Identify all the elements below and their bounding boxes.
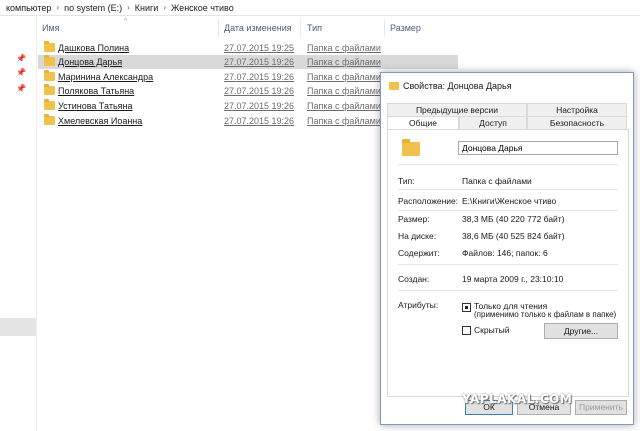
folder-icon [44,70,55,81]
hidden-checkbox[interactable] [462,326,471,335]
divider [398,210,618,211]
label-attributes: Атрибуты: [398,300,439,310]
file-name: Донцова Дарья [58,57,123,67]
label-size-on-disk: На диске: [398,231,437,241]
tab-sharing[interactable]: Доступ [459,116,527,129]
column-header-size[interactable]: Размер [390,23,421,33]
file-row-selected[interactable]: Донцова Дарья 27.07.2015 19:26 Папка с ф… [38,55,458,69]
watermark-text: YAPLAKAL.COM [462,392,573,406]
folder-name-field[interactable] [458,141,618,155]
divider [398,264,618,265]
dialog-title-bar[interactable]: Свойства: Донцова Дарья [381,73,633,99]
label-location: Расположение: [398,196,459,206]
value-location: E:\Книги\Женское чтиво [462,196,557,206]
file-name: Маринина Александра [58,72,154,82]
folder-icon [402,139,420,156]
breadcrumb-item-computer[interactable]: компьютер [6,3,51,13]
column-header-name[interactable]: Имя [42,23,60,33]
hidden-label: Скрытый [474,325,510,335]
file-type: Папка с файлами [307,101,381,111]
folder-icon [44,55,55,66]
tab-row-top: Предыдущие версии Настройка [387,103,627,116]
tab-customize[interactable]: Настройка [527,103,627,116]
label-contains: Содержит: [398,248,440,258]
folder-icon [389,82,399,90]
file-name: Полякова Татьяна [58,86,135,96]
breadcrumb-item-current[interactable]: Женское чтиво [171,3,234,13]
readonly-checkbox[interactable] [462,303,471,312]
chevron-right-icon: › [127,3,130,12]
column-divider[interactable] [300,19,301,37]
breadcrumb: компьютер › no system (E:) › Книги › Жен… [0,0,640,16]
file-type: Папка с файлами [307,57,381,67]
value-size-on-disk: 38,6 МБ (40 525 824 байт) [462,231,565,241]
dialog-title: Свойства: Донцова Дарья [403,81,512,91]
file-name: Устинова Татьяна [58,101,133,111]
readonly-note: (применимо только к файлам в папке) [474,310,617,319]
label-type: Тип: [398,176,415,186]
column-header-date[interactable]: Дата изменения [224,23,292,33]
folder-icon [44,114,55,125]
value-created: 19 марта 2009 г., 23:10:10 [462,274,564,284]
pin-icon: 📌 [16,68,26,77]
divider [398,164,618,165]
chevron-right-icon: › [163,3,166,12]
pin-icon: 📌 [16,84,26,93]
sort-up-icon: ^ [124,18,128,25]
general-tab-panel: Тип: Папка с файлами Расположение: E:\Кн… [387,129,629,397]
divider [398,290,618,291]
navigation-selected-item[interactable] [0,318,36,336]
value-size: 38,3 МБ (40 220 772 байт) [462,214,565,224]
column-divider[interactable] [384,19,385,37]
apply-button[interactable]: Применить [575,400,627,415]
file-date: 27.07.2015 19:26 [224,72,295,82]
file-type: Папка с файлами [307,86,381,96]
file-date: 27.07.2015 19:26 [224,116,295,126]
file-type: Папка с файлами [307,116,381,126]
file-name: Дашкова Полина [58,43,130,53]
file-date: 27.07.2015 19:26 [224,86,295,96]
file-type: Папка с файлами [307,43,381,53]
divider [398,189,618,190]
file-date: 27.07.2015 19:26 [224,57,295,67]
breadcrumb-item-drive[interactable]: no system (E:) [64,3,122,13]
value-type: Папка с файлами [462,176,532,186]
column-header-type[interactable]: Тип [307,23,322,33]
file-row[interactable]: Дашкова Полина 27.07.2015 19:25 Папка с … [38,41,458,55]
label-size: Размер: [398,214,430,224]
value-contains: Файлов: 146; папок: 6 [462,248,548,258]
file-type: Папка с файлами [307,72,381,82]
properties-dialog: Свойства: Донцова Дарья Предыдущие верси… [380,72,634,425]
folder-icon [44,41,55,52]
label-created: Создан: [398,274,430,284]
tab-previous-versions[interactable]: Предыдущие версии [387,103,527,116]
pin-icon: 📌 [16,54,26,63]
breadcrumb-item-books[interactable]: Книги [135,3,159,13]
file-date: 27.07.2015 19:25 [224,43,295,53]
folder-icon [44,99,55,110]
file-name: Хмелевская Иоанна [58,116,143,126]
tab-row-bottom: Общие Доступ Безопасность [387,116,627,131]
file-date: 27.07.2015 19:26 [224,101,295,111]
other-attributes-button[interactable]: Другие... [544,323,618,339]
column-divider[interactable] [218,19,219,37]
chevron-right-icon: › [56,3,60,12]
tab-security[interactable]: Безопасность [527,116,627,129]
folder-icon [44,84,55,95]
navigation-pane: 📌 📌 📌 [0,16,37,431]
